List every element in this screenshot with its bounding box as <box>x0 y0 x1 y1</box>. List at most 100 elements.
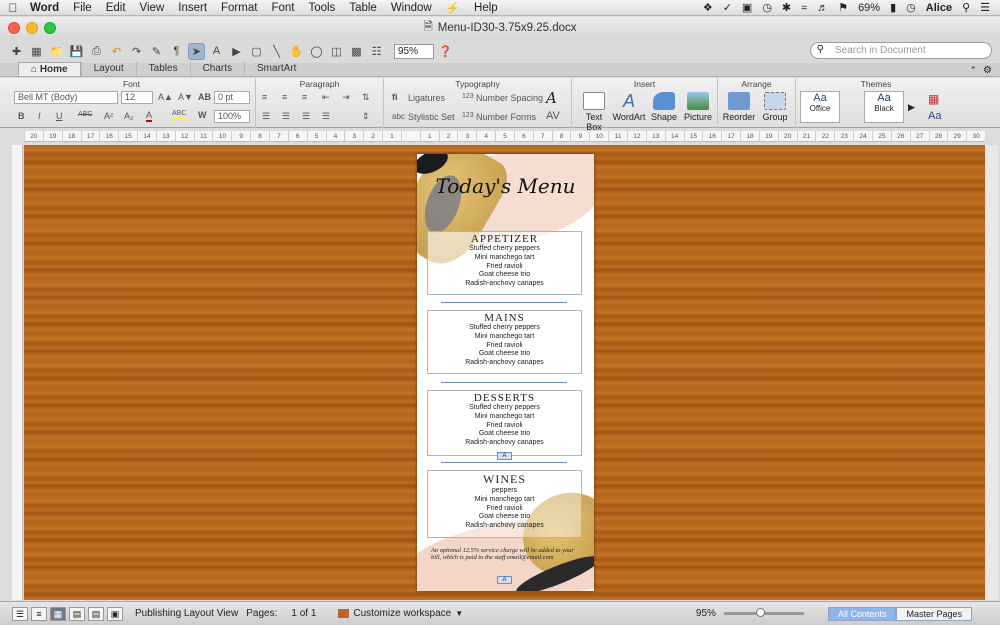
justify-icon[interactable]: ☰ <box>322 111 330 122</box>
volume-icon[interactable]: ♬ <box>817 2 828 14</box>
zoom-slider[interactable] <box>723 608 804 617</box>
menu-app-name[interactable]: Word <box>26 2 66 14</box>
align-center-icon[interactable]: ☰ <box>282 111 290 122</box>
theme-colors-icon[interactable]: ▦ <box>928 92 939 106</box>
ligatures-label[interactable]: Ligatures <box>408 93 445 103</box>
zoom-slider-thumb[interactable] <box>755 608 765 617</box>
customize-workspace-select[interactable]: Customize workspace <box>353 608 451 619</box>
save-icon[interactable]: 💾 <box>68 43 85 60</box>
highlight-icon[interactable]: ABC <box>172 110 187 119</box>
help-icon[interactable]: ❓ <box>437 43 454 60</box>
spotlight-icon[interactable]: ⚲ <box>962 1 970 14</box>
bluetooth-icon[interactable]: ✱ <box>782 1 791 14</box>
pilcrow-icon[interactable]: ¶ <box>168 43 185 60</box>
insert-picture-button[interactable]: Picture <box>682 92 714 122</box>
apple-icon[interactable]:  <box>0 1 26 15</box>
numbering-icon[interactable]: ≡ <box>282 92 287 102</box>
menu-format[interactable]: Format <box>214 2 264 14</box>
decrease-indent-icon[interactable]: ⇤ <box>322 92 330 103</box>
clock-icon[interactable]: ◷ <box>906 1 916 14</box>
reorder-button[interactable]: Reorder <box>722 92 756 122</box>
shrink-font-icon[interactable]: A▼ <box>178 92 193 102</box>
section-appetizer[interactable]: APPETIZER Stuffed cherry peppers Mini ma… <box>427 231 582 295</box>
tab-home[interactable]: ⌂ Home <box>18 62 81 76</box>
hand-tool-icon[interactable]: ✋ <box>288 43 305 60</box>
font-size-select[interactable]: 12 <box>121 91 153 104</box>
vertical-ruler[interactable] <box>12 145 23 600</box>
user-name[interactable]: Alice <box>926 2 952 14</box>
chevron-down-icon[interactable]: ▼ <box>455 609 463 618</box>
insert-shape-button[interactable]: Shape <box>648 92 680 122</box>
vertical-scrollbar[interactable] <box>986 145 998 600</box>
menu-help[interactable]: Help <box>467 2 505 14</box>
text-anchor-badge[interactable]: A <box>497 452 512 460</box>
strikethrough-icon[interactable]: ABC <box>78 111 92 118</box>
redo-icon[interactable]: ↷ <box>128 43 145 60</box>
menu-edit[interactable]: Edit <box>99 2 133 14</box>
section-wines[interactable]: WINES peppers Mini manchego tart Fried r… <box>427 470 582 538</box>
bullets-icon[interactable]: ≡ <box>262 92 267 102</box>
notebook-view-icon[interactable]: ▤ <box>88 606 104 621</box>
hd-icon[interactable]: ▣ <box>742 1 752 14</box>
kerning-icon[interactable]: AV <box>546 110 560 122</box>
undo-icon[interactable]: ↶ <box>108 43 125 60</box>
notifications-icon[interactable]: ☰ <box>980 1 990 14</box>
multilevel-list-icon[interactable]: ≡ <box>302 92 307 102</box>
zoom-select[interactable]: 95% <box>394 43 434 59</box>
dropbox-icon[interactable]: ❖ <box>703 1 713 14</box>
minimize-button[interactable] <box>26 22 38 34</box>
stylistic-set-label[interactable]: Stylistic Set <box>408 112 455 122</box>
number-forms-label[interactable]: Number Forms <box>476 112 536 122</box>
outline-view-icon[interactable]: ≡ <box>31 606 47 621</box>
character-spacing-icon[interactable]: AB <box>198 92 211 102</box>
menu-tools[interactable]: Tools <box>301 2 342 14</box>
align-right-icon[interactable]: ☰ <box>302 111 310 122</box>
shape-tool-icon[interactable]: ▢ <box>248 43 265 60</box>
theme-black[interactable]: Aa Black <box>864 91 904 123</box>
battery-level[interactable]: 69% <box>858 2 880 14</box>
zoom-button[interactable] <box>44 22 56 34</box>
media-browser-icon[interactable]: ▩ <box>348 43 365 60</box>
text-anchor-badge[interactable]: A <box>497 576 512 584</box>
sidebar-icon[interactable]: ◫ <box>328 43 345 60</box>
italic-icon[interactable]: I <box>38 111 41 121</box>
horizontal-ruler[interactable]: 20 19 18 17 16 15 14 13 12 11 10 9 8 7 6 5 4 3 2 1 1 2 3 4 5 6 7 8 9… <box>24 131 985 142</box>
publishing-view-icon[interactable]: ▦ <box>50 606 66 621</box>
ribbon-collapse-icon[interactable]: ⌃ <box>969 65 983 76</box>
close-button[interactable] <box>8 22 20 34</box>
group-button[interactable]: Group <box>758 92 792 122</box>
menu-insert[interactable]: Insert <box>171 2 214 14</box>
time-machine-icon[interactable]: ◷ <box>762 1 772 14</box>
line-tool-icon[interactable]: ╲ <box>268 43 285 60</box>
insert-wordart-button[interactable]: A WordArt <box>612 92 646 122</box>
select-pointer-icon[interactable]: ➤ <box>188 42 205 60</box>
open-icon[interactable]: 📁 <box>48 43 65 60</box>
sort-icon[interactable]: ⇅ <box>362 92 370 103</box>
grow-font-icon[interactable]: A▲ <box>158 92 173 102</box>
scale-field[interactable]: 100% <box>214 110 250 123</box>
menu-title[interactable]: Today's Menu <box>417 174 594 198</box>
script-menu-icon[interactable]: ⚡ <box>439 1 467 15</box>
search-input[interactable]: Search in Document <box>810 42 992 59</box>
font-name-select[interactable]: Bell MT (Body) <box>14 91 118 104</box>
text-box-tool-icon[interactable]: A <box>208 43 225 60</box>
check-icon[interactable]: ✓ <box>723 1 732 14</box>
underline-icon[interactable]: U <box>56 111 63 121</box>
ligatures-icon[interactable]: fi <box>392 92 398 102</box>
linked-text-box-icon[interactable]: ▶ <box>228 43 245 60</box>
bold-icon[interactable]: B <box>18 111 25 121</box>
menu-view[interactable]: View <box>133 2 172 14</box>
tab-layout[interactable]: Layout <box>80 62 136 76</box>
ribbon-settings-icon[interactable]: ⚙ <box>983 65 1000 76</box>
insert-text-box-button[interactable]: Text Box <box>578 92 610 132</box>
wifi-icon[interactable]: ≈ <box>801 2 807 14</box>
tab-smartart[interactable]: SmartArt <box>244 62 308 76</box>
reorder-toolbar-icon[interactable]: ☷ <box>368 43 385 60</box>
number-spacing-label[interactable]: Number Spacing <box>476 93 543 103</box>
gallery-icon[interactable]: ▦ <box>28 43 45 60</box>
all-contents-button[interactable]: All Contents <box>827 606 897 621</box>
themes-next-icon[interactable]: ▶ <box>908 102 915 113</box>
stylistic-set-icon[interactable]: abc <box>392 112 405 121</box>
tab-charts[interactable]: Charts <box>189 62 244 76</box>
subscript-icon[interactable]: A₂ <box>124 111 134 121</box>
